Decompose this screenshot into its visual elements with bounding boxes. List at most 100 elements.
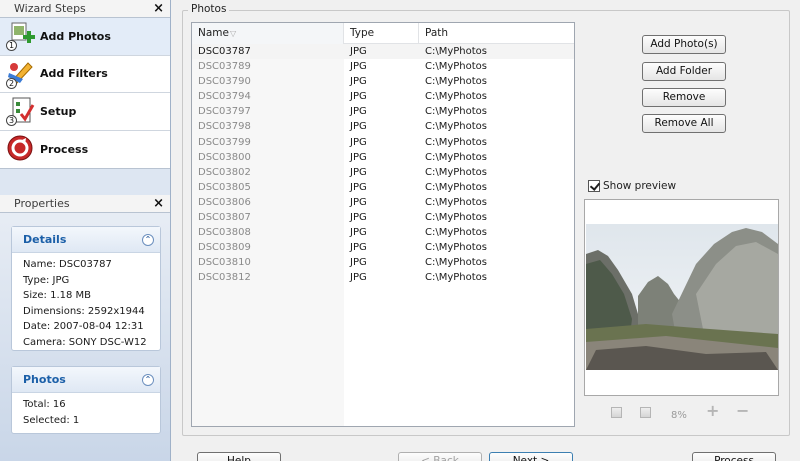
cell-type: JPG: [350, 136, 367, 148]
cell-type: JPG: [350, 76, 367, 88]
cell-name: DSC03797: [198, 106, 251, 118]
step-process[interactable]: Process: [0, 131, 170, 169]
cell-name: DSC03789: [198, 61, 251, 73]
cell-type: JPG: [350, 166, 367, 178]
detail-date: Date: 2007-08-04 12:31: [23, 321, 144, 332]
cell-type: JPG: [350, 212, 367, 224]
cell-path: C:\MyPhotos: [425, 106, 488, 118]
cell-path: C:\MyPhotos: [425, 257, 488, 269]
photos-group-title: Photos: [188, 3, 230, 15]
details-card: Details ⌃ Name: DSC03787 Type: JPG Size:…: [11, 226, 161, 351]
cell-path: C:\MyPhotos: [425, 212, 488, 224]
add-photos-button[interactable]: Add Photo(s): [642, 35, 726, 54]
cell-path: C:\MyPhotos: [425, 136, 488, 148]
properties-pane: Properties × Details ⌃ Name: DSC03787 Ty…: [0, 195, 170, 461]
show-preview-label: Show preview: [603, 180, 677, 192]
table-row[interactable]: DSC03806 JPG C:\MyPhotos: [192, 195, 574, 210]
step-add-photos[interactable]: 1 Add Photos: [0, 18, 170, 56]
checklist-setup-icon: 3: [6, 96, 36, 127]
cell-path: C:\MyPhotos: [425, 151, 488, 163]
cell-path: C:\MyPhotos: [425, 91, 488, 103]
cell-name: DSC03807: [198, 212, 251, 224]
add-photos-icon: 1: [6, 21, 36, 52]
next-button[interactable]: Next >: [489, 452, 573, 461]
zoom-in-icon[interactable]: +: [706, 403, 719, 419]
table-row[interactable]: DSC03812 JPG C:\MyPhotos: [192, 270, 574, 285]
photos-card-title: Photos: [23, 373, 66, 386]
remove-all-button[interactable]: Remove All: [642, 114, 726, 133]
table-row[interactable]: DSC03805 JPG C:\MyPhotos: [192, 180, 574, 195]
step-setup[interactable]: 3 Setup: [0, 93, 170, 131]
cell-path: C:\MyPhotos: [425, 121, 488, 133]
cell-name: DSC03790: [198, 76, 251, 88]
column-header-type[interactable]: Type: [344, 23, 419, 44]
photo-list[interactable]: Name ▽ Type Path DSC03787 JPG C:\MyPhotos D…: [191, 22, 575, 427]
wizard-steps-title: Wizard Steps: [14, 2, 86, 15]
remove-button[interactable]: Remove: [642, 88, 726, 107]
table-row[interactable]: DSC03798 JPG C:\MyPhotos: [192, 119, 574, 134]
detail-name: Name: DSC03787: [23, 259, 112, 270]
cell-type: JPG: [350, 91, 367, 103]
cell-path: C:\MyPhotos: [425, 196, 488, 208]
brush-filters-icon: 2: [6, 59, 36, 89]
table-row[interactable]: DSC03794 JPG C:\MyPhotos: [192, 89, 574, 104]
fit-window-icon[interactable]: [611, 407, 622, 418]
zoom-level: 8%: [671, 410, 687, 421]
step-add-filters[interactable]: 2 Add Filters: [0, 56, 170, 93]
cell-name: DSC03798: [198, 121, 251, 133]
wizard-steps-header: Wizard Steps ×: [0, 0, 170, 18]
cell-name: DSC03805: [198, 181, 251, 193]
preview-image: [586, 224, 778, 370]
table-row[interactable]: DSC03808 JPG C:\MyPhotos: [192, 225, 574, 240]
photos-total: Total: 16: [23, 399, 66, 410]
cell-path: C:\MyPhotos: [425, 46, 488, 57]
table-row[interactable]: DSC03809 JPG C:\MyPhotos: [192, 240, 574, 255]
show-preview-toggle[interactable]: Show preview: [588, 180, 676, 192]
cell-name: DSC03800: [198, 151, 251, 163]
properties-title: Properties: [14, 197, 70, 210]
preview-box: [584, 199, 779, 396]
wizard-steps-list: 1 Add Photos 2 Add Filters 3 Setup Proce…: [0, 18, 170, 169]
cell-type: JPG: [350, 227, 367, 239]
cell-name: DSC03794: [198, 91, 251, 103]
table-row[interactable]: DSC03800 JPG C:\MyPhotos: [192, 150, 574, 165]
cell-type: JPG: [350, 46, 367, 57]
table-row[interactable]: DSC03797 JPG C:\MyPhotos: [192, 104, 574, 119]
cell-path: C:\MyPhotos: [425, 76, 488, 88]
step-label: Add Filters: [40, 67, 108, 81]
cell-path: C:\MyPhotos: [425, 242, 488, 254]
process-button[interactable]: Process: [692, 452, 776, 461]
table-row[interactable]: DSC03789 JPG C:\MyPhotos: [192, 59, 574, 74]
table-row[interactable]: DSC03799 JPG C:\MyPhotos: [192, 135, 574, 150]
table-row[interactable]: DSC03810 JPG C:\MyPhotos: [192, 255, 574, 270]
cell-type: JPG: [350, 121, 367, 133]
cell-type: JPG: [350, 151, 367, 163]
back-button[interactable]: < Back: [398, 452, 482, 461]
properties-header: Properties ×: [0, 195, 170, 213]
detail-dimensions: Dimensions: 2592x1944: [23, 305, 145, 317]
table-row[interactable]: DSC03807 JPG C:\MyPhotos: [192, 210, 574, 225]
close-icon[interactable]: ×: [153, 197, 164, 210]
detail-type: Type: JPG: [23, 274, 70, 286]
add-folder-button[interactable]: Add Folder: [642, 62, 726, 81]
step-number: 2: [6, 77, 17, 89]
show-preview-checkbox[interactable]: [588, 180, 600, 192]
cell-type: JPG: [350, 196, 367, 208]
table-row[interactable]: DSC03790 JPG C:\MyPhotos: [192, 74, 574, 89]
details-card-header[interactable]: Details ⌃: [12, 227, 160, 253]
detail-size: Size: 1.18 MB: [23, 290, 92, 301]
table-row[interactable]: DSC03802 JPG C:\MyPhotos: [192, 165, 574, 180]
column-header-path[interactable]: Path: [419, 23, 574, 44]
cell-type: JPG: [350, 242, 367, 254]
photos-card-header[interactable]: Photos ⌃: [12, 367, 160, 393]
collapse-icon[interactable]: ⌃: [142, 373, 154, 386]
table-row[interactable]: DSC03787 JPG C:\MyPhotos: [192, 44, 574, 60]
column-header-name[interactable]: Name ▽: [192, 23, 344, 44]
actual-size-icon[interactable]: [640, 407, 651, 418]
cell-type: JPG: [350, 257, 367, 269]
zoom-out-icon[interactable]: −: [736, 403, 749, 419]
cell-type: JPG: [350, 106, 367, 118]
close-icon[interactable]: ×: [153, 2, 164, 15]
collapse-icon[interactable]: ⌃: [142, 233, 154, 246]
help-button[interactable]: Help: [197, 452, 281, 461]
